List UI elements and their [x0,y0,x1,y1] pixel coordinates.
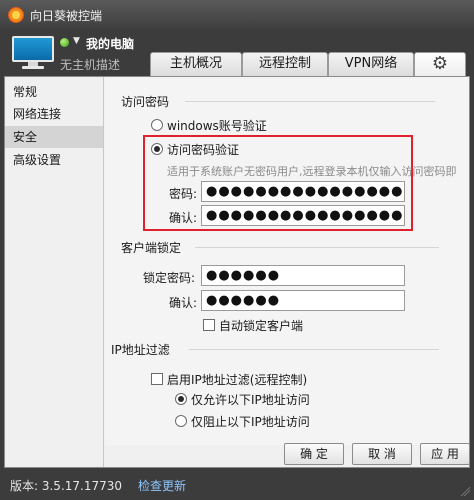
online-status-icon[interactable] [60,38,69,47]
caret-down-icon[interactable]: ▼ [73,36,80,46]
security-settings-content: 访问密码 windows账号验证 访问密码验证 适用于系统账户无密码用户,远程登… [105,77,469,445]
section-divider [185,101,435,102]
resize-grip-icon[interactable] [460,486,470,496]
title-bar[interactable]: 向日葵被控端 [0,0,474,30]
host-name: 我的电脑 [86,37,135,51]
sidebar-item-advanced[interactable]: 高级设置 [5,149,103,171]
status-bar: 版本: 3.5.17.17730 检查更新 [0,470,474,500]
sidebar-item-security[interactable]: 安全 [5,126,103,148]
radio-block-only[interactable] [175,415,187,427]
ok-button[interactable]: 确 定 [284,443,344,465]
auto-lock-checkbox[interactable] [203,319,215,331]
radio-password-auth-label[interactable]: 访问密码验证 [167,141,239,158]
ip-filter-checkbox[interactable] [151,373,163,385]
version-text: 版本: 3.5.17.17730 [10,479,123,493]
computer-monitor-icon [12,36,54,70]
cancel-button[interactable]: 取 消 [352,443,412,465]
window-title: 向日葵被控端 [30,9,103,23]
settings-sidebar: 常规 网络连接 安全 高级设置 [5,77,103,467]
confirm-label: 确认: [169,211,198,225]
section-title-ip-filter: IP地址过滤 [111,343,170,357]
apply-button[interactable]: 应 用 [420,443,470,465]
sidebar-divider [103,77,104,467]
auto-lock-label[interactable]: 自动锁定客户端 [219,317,303,334]
radio-allow-only-label[interactable]: 仅允许以下IP地址访问 [191,391,310,408]
check-update-link[interactable]: 检查更新 [138,477,186,494]
host-description[interactable]: 无主机描述 [60,56,120,73]
lock-confirm-label: 确认: [169,296,198,310]
confirm-password-field[interactable]: ●●●●●●●●●●●●●●●● [201,205,405,226]
section-divider [189,349,439,350]
radio-allow-only[interactable] [175,393,187,405]
sunflower-logo-icon [8,7,24,23]
sidebar-item-network[interactable]: 网络连接 [5,103,103,125]
main-window: 向日葵被控端 ▼ 我的电脑 无主机描述 主机概况 远程控制 VPN网络 ⚙ 常规… [0,0,474,500]
password-field[interactable]: ●●●●●●●●●●●●●●●● [201,181,405,202]
lock-confirm-field[interactable]: ●●●●●● [201,290,405,311]
sidebar-item-general[interactable]: 常规 [5,81,103,103]
lock-password-label: 锁定密码: [143,271,196,285]
ip-filter-enable-label[interactable]: 启用IP地址过滤(远程控制) [167,371,307,388]
password-label: 密码: [169,187,198,201]
section-divider [195,247,439,248]
header: ▼ 我的电脑 无主机描述 主机概况 远程控制 VPN网络 ⚙ [0,30,474,76]
tab-settings[interactable]: ⚙ [414,52,466,76]
tab-host-overview[interactable]: 主机概况 [150,52,242,76]
password-auth-hint: 适用于系统账户无密码用户,远程登录本机仅输入访问密码即 [167,165,457,178]
gear-icon: ⚙ [431,53,449,74]
tab-remote-control[interactable]: 远程控制 [242,52,328,76]
section-title-access-password: 访问密码 [121,95,170,109]
section-title-client-lock: 客户端锁定 [121,241,182,255]
radio-windows-auth-label[interactable]: windows账号验证 [167,117,267,134]
radio-windows-auth[interactable] [151,119,163,131]
settings-panel: 常规 网络连接 安全 高级设置 访问密码 windows账号验证 访问密码验证 … [4,76,470,468]
lock-password-field[interactable]: ●●●●●● [201,265,405,286]
radio-block-only-label[interactable]: 仅阻止以下IP地址访问 [191,413,310,430]
content-scrollbar[interactable] [459,77,469,445]
tab-vpn-network[interactable]: VPN网络 [328,52,414,76]
radio-password-auth[interactable] [151,143,163,155]
